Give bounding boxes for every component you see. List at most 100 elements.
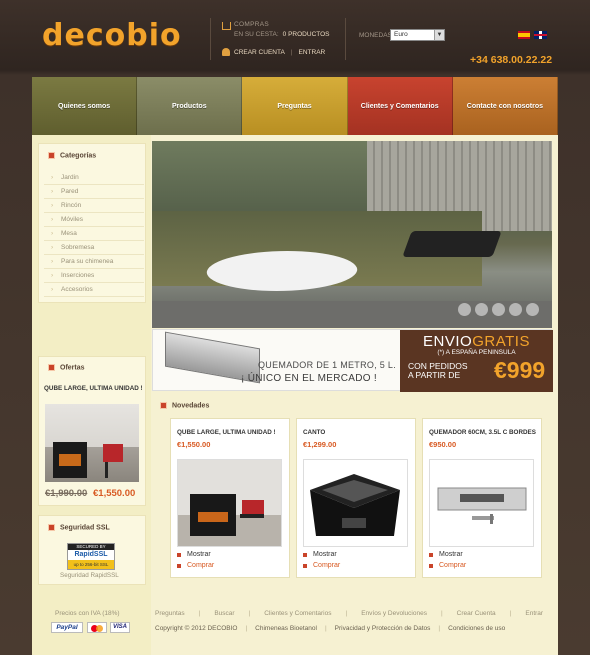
rapidssl-badge[interactable]: SECURED BY RapidSSL up to 256-bit SSL [67,543,115,570]
currency-label: MONEDAS: [359,32,394,39]
envio-amount: €999 [494,357,546,383]
phone-number: +34 638.00.22.22 [470,54,553,66]
category-item[interactable]: Móviles [44,213,144,227]
envio-subtitle: (*) A ESPAÑA PENINSULA [437,349,516,356]
paypal-icon: PayPal [51,622,83,633]
offer-new-price: €1,550.00 [93,488,136,499]
cart-status: EN SU CESTA: 0 PRODUCTOS [234,31,330,38]
main-nav: Quienes somos Productos Preguntas Client… [32,77,559,135]
cart-count[interactable]: 0 PRODUCTOS [283,31,330,38]
buy-link[interactable]: Comprar [303,562,340,569]
a-partir-de: A PARTIR DE [408,370,461,380]
nav-contacte[interactable]: Contacte con nosotros [452,77,559,135]
show-link[interactable]: Mostrar [303,551,337,558]
show-link[interactable]: Mostrar [429,551,463,558]
footer-link-condiciones[interactable]: Condiciones de uso [448,625,505,632]
product-card: QUEMADOR 60CM, 3.5L C BORDES €950.00 Mos… [422,418,542,578]
mastercard-icon [87,622,107,633]
footer-link-buscar[interactable]: Buscar [214,610,234,617]
burner-60cm-image [430,460,533,546]
category-item[interactable]: Rincón [44,199,144,213]
footer-link-clientes[interactable]: Clientes y Comentarios [264,610,331,617]
category-item[interactable]: Sobremesa [44,241,144,255]
envio-title: ENVIOGRATIS [400,333,553,350]
footer-link-preguntas[interactable]: Preguntas [155,610,185,617]
gratis-word: GRATIS [472,333,530,350]
nav-quienes-somos[interactable]: Quienes somos [32,77,138,135]
categories-title: Categorías [48,152,96,159]
envio-condition: CON PEDIDOS A PARTIR DE [408,362,468,380]
slideshow-dots [458,303,539,316]
cart-label: EN SU CESTA: [234,31,279,38]
category-item[interactable]: Pared [44,185,144,199]
slide-dot[interactable] [526,303,539,316]
offer-product-name[interactable]: QUBE LARGE, ULTIMA UNIDAD ! [44,385,143,392]
category-item[interactable]: Jardin [44,171,144,185]
product-name[interactable]: CANTO [303,429,325,436]
product-card: CANTO €1,299.00 Mostrar Comprar [296,418,416,578]
category-item[interactable]: Accesorios [44,283,144,297]
product-name[interactable]: QUBE LARGE, ULTIMA UNIDAD ! [177,429,276,436]
banner-headline: QUEMADOR DE 1 METRO, 5 L. [258,360,397,370]
hero-burner-black [402,231,502,257]
footer-link-entrar[interactable]: Entrar [525,610,543,617]
slide-dot[interactable] [475,303,488,316]
cart-title: COMPRAS [234,21,269,28]
chevron-down-icon[interactable]: ▼ [434,30,444,40]
account-links: CREAR CUENTA | ENTRAR [234,49,325,56]
vat-note: Precios con IVA (18%) [55,610,120,617]
slide-dot[interactable] [509,303,522,316]
login-link[interactable]: ENTRAR [299,49,326,56]
footer-separator: | [345,610,348,617]
slide-dot[interactable] [458,303,471,316]
banner-subline: ¡ ÚNICO EN EL MERCADO ! [241,373,377,384]
offer-product-image[interactable] [45,404,139,482]
nav-clientes[interactable]: Clientes y Comentarios [347,77,453,135]
show-link[interactable]: Mostrar [177,551,211,558]
footer-link-chimeneas[interactable]: Chimeneas Bioetanol [255,625,317,632]
qube-fireplace-image [178,460,281,546]
nav-preguntas[interactable]: Preguntas [242,77,348,135]
footer-copyright-row: Copyright © 2012 DECOBIO | Chimeneas Bioet… [155,625,505,632]
product-image[interactable] [429,459,534,547]
footer-separator: | [509,610,512,617]
promo-banner[interactable]: QUEMADOR DE 1 METRO, 5 L. ¡ ÚNICO EN EL … [152,329,553,392]
category-item[interactable]: Inserciones [44,269,144,283]
slide-dot[interactable] [492,303,505,316]
ssl-title: Seguridad SSL [48,524,110,531]
hero-slideshow[interactable] [152,141,552,328]
footer-links: Preguntas | Buscar | Clientes y Comentarios |… [155,610,543,617]
product-price: €1,299.00 [303,440,337,449]
footer-separator: | [440,610,443,617]
product-image[interactable] [177,459,282,547]
fireplace-image [53,442,123,478]
canto-fireplace-image [304,460,407,546]
offer-old-price: €1,990.00 [45,488,88,499]
footer-separator: | [438,625,441,632]
english-flag-icon[interactable] [534,31,547,39]
currency-select[interactable]: Euro ▼ [390,29,445,41]
product-price: €1,550.00 [177,440,211,449]
product-image[interactable] [303,459,408,547]
cart-icon [222,22,231,30]
buy-link[interactable]: Comprar [429,562,466,569]
currency-value: Euro [394,31,408,38]
nav-productos[interactable]: Productos [137,77,243,135]
spanish-flag-icon[interactable] [518,31,530,39]
free-shipping-block: ENVIOGRATIS (*) A ESPAÑA PENINSULA CON P… [400,330,553,392]
footer-link-crear-cuenta[interactable]: Crear Cuenta [457,610,496,617]
page: decobio COMPRAS EN SU CESTA: 0 PRODUCTOS … [0,0,590,655]
visa-icon: VISA [110,622,130,633]
category-item[interactable]: Mesa [44,227,144,241]
ssl-badge-brand: RapidSSL [74,551,108,558]
product-name[interactable]: QUEMADOR 60CM, 3.5L C BORDES [429,429,536,436]
category-item[interactable]: Para su chimenea [44,255,144,269]
product-card: QUBE LARGE, ULTIMA UNIDAD ! €1,550.00 Mo… [170,418,290,578]
footer-link-privacidad[interactable]: Privacidad y Protección de Datos [335,625,431,632]
create-account-link[interactable]: CREAR CUENTA [234,49,285,56]
header-divider [345,18,346,60]
site-logo[interactable]: decobio [42,18,182,53]
footer-link-envios[interactable]: Envíos y Devoluciones [361,610,427,617]
product-price: €950.00 [429,440,457,449]
buy-link[interactable]: Comprar [177,562,214,569]
